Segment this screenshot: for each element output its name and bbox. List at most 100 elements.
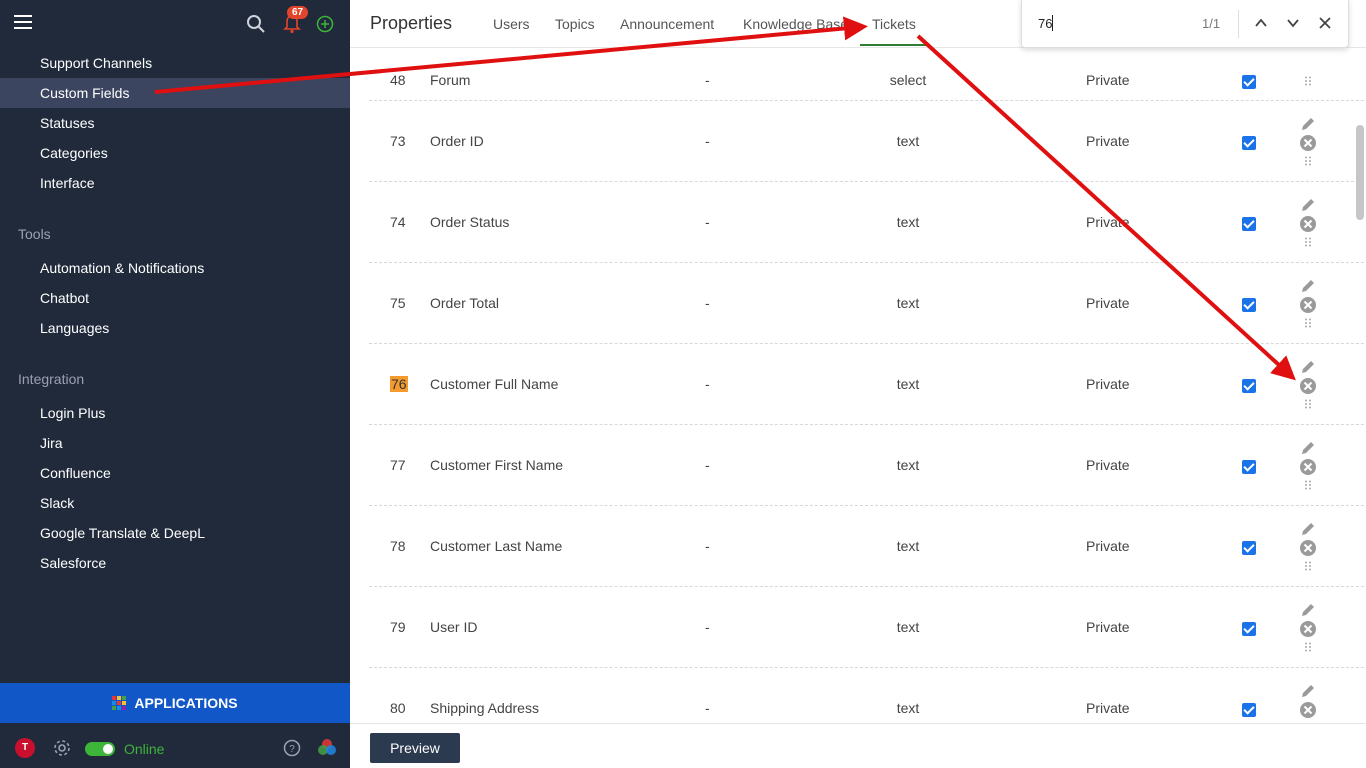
- delete-circle-icon[interactable]: [1299, 296, 1317, 314]
- field-id: 74: [390, 213, 406, 230]
- sidebar-item-automation[interactable]: Automation & Notifications: [0, 253, 350, 283]
- delete-circle-icon[interactable]: [1299, 620, 1317, 638]
- find-match-count: 1/1: [1202, 16, 1221, 31]
- required-checkbox[interactable]: [1242, 297, 1256, 312]
- sidebar-item-languages[interactable]: Languages: [0, 313, 350, 343]
- sidebar-item-support-channels[interactable]: Support Channels: [0, 48, 350, 78]
- scrollbar[interactable]: [1356, 125, 1364, 220]
- field-type: text: [896, 294, 920, 311]
- sidebar-item-slack[interactable]: Slack: [0, 488, 350, 518]
- drag-handle-icon[interactable]: [1299, 642, 1317, 652]
- section-heading-tools: Tools: [18, 226, 51, 242]
- field-description: -: [705, 132, 710, 149]
- delete-circle-icon[interactable]: [1299, 134, 1317, 152]
- online-toggle[interactable]: [85, 742, 115, 756]
- search-icon[interactable]: [246, 14, 266, 34]
- sidebar-item-jira[interactable]: Jira: [0, 428, 350, 458]
- preview-button[interactable]: Preview: [370, 733, 460, 763]
- field-name: Customer Full Name: [430, 375, 559, 392]
- drag-handle-icon[interactable]: [1299, 561, 1317, 571]
- table-row: 77 Customer First Name - text Private: [369, 425, 1364, 506]
- edit-pencil-icon[interactable]: [1299, 115, 1317, 133]
- edit-pencil-icon[interactable]: [1299, 196, 1317, 214]
- delete-circle-icon[interactable]: [1299, 539, 1317, 557]
- drag-handle-icon[interactable]: [1299, 76, 1317, 86]
- bottom-bar: Preview: [350, 723, 1366, 768]
- field-description: -: [705, 72, 710, 88]
- help-icon[interactable]: ?: [283, 739, 301, 757]
- sidebar-item-google-translate[interactable]: Google Translate & DeepL: [0, 518, 350, 548]
- notification-badge: 67: [287, 6, 309, 19]
- sidebar-header: 67: [0, 0, 350, 48]
- field-visibility: Private: [1086, 294, 1130, 311]
- field-visibility: Private: [1086, 537, 1130, 554]
- drag-handle-icon[interactable]: [1299, 480, 1317, 490]
- sidebar-item-salesforce[interactable]: Salesforce: [0, 548, 350, 578]
- edit-pencil-icon[interactable]: [1299, 601, 1317, 619]
- required-checkbox[interactable]: [1242, 459, 1256, 474]
- drag-handle-icon[interactable]: [1299, 318, 1317, 328]
- field-type: select: [889, 72, 927, 88]
- required-checkbox[interactable]: [1242, 75, 1256, 89]
- edit-pencil-icon[interactable]: [1299, 277, 1317, 295]
- field-name: User ID: [430, 618, 478, 635]
- tab-knowledge-base[interactable]: Knowledge Base: [743, 16, 848, 32]
- applications-button[interactable]: APPLICATIONS: [0, 683, 350, 723]
- field-name: Shipping Address: [430, 699, 539, 716]
- drag-handle-icon[interactable]: [1299, 399, 1317, 409]
- field-name: Order Total: [430, 294, 499, 311]
- sidebar-item-categories[interactable]: Categories: [0, 138, 350, 168]
- required-checkbox[interactable]: [1242, 378, 1256, 393]
- hamburger-menu-icon[interactable]: [14, 15, 32, 29]
- tab-topics[interactable]: Topics: [555, 16, 595, 32]
- find-next-icon[interactable]: [1286, 16, 1300, 30]
- tab-users[interactable]: Users: [493, 16, 530, 32]
- edit-pencil-icon[interactable]: [1299, 682, 1317, 700]
- required-checkbox[interactable]: [1242, 621, 1256, 636]
- field-description: -: [705, 294, 710, 311]
- field-type: text: [896, 699, 920, 716]
- sidebar-item-login-plus[interactable]: Login Plus: [0, 398, 350, 428]
- field-type: text: [896, 132, 920, 149]
- sidebar-item-statuses[interactable]: Statuses: [0, 108, 350, 138]
- field-id: 48: [390, 72, 406, 88]
- field-description: -: [705, 537, 710, 554]
- top-bar: Properties Users Topics Announcement Kno…: [350, 0, 1366, 48]
- sidebar-item-custom-fields[interactable]: Custom Fields: [0, 78, 350, 108]
- required-checkbox[interactable]: [1242, 135, 1256, 150]
- find-divider: [1238, 10, 1239, 38]
- drag-handle-icon[interactable]: [1299, 237, 1317, 247]
- gear-icon[interactable]: [52, 738, 72, 758]
- delete-circle-icon[interactable]: [1299, 377, 1317, 395]
- field-visibility: Private: [1086, 375, 1130, 392]
- table-row: 48 Forum - select Private: [369, 61, 1364, 101]
- delete-circle-icon[interactable]: [1299, 215, 1317, 233]
- find-close-icon[interactable]: [1318, 16, 1332, 30]
- find-previous-icon[interactable]: [1254, 16, 1268, 30]
- add-icon[interactable]: [316, 15, 334, 33]
- required-checkbox[interactable]: [1242, 216, 1256, 231]
- sidebar-item-chatbot[interactable]: Chatbot: [0, 283, 350, 313]
- tab-announcement[interactable]: Announcement: [620, 16, 714, 32]
- applications-label: APPLICATIONS: [134, 695, 238, 711]
- drag-handle-icon[interactable]: [1299, 156, 1317, 166]
- sidebar-item-confluence[interactable]: Confluence: [0, 458, 350, 488]
- delete-circle-icon[interactable]: [1299, 458, 1317, 476]
- edit-pencil-icon[interactable]: [1299, 358, 1317, 376]
- field-id: 77: [390, 456, 406, 473]
- theme-palette-icon[interactable]: [317, 738, 337, 756]
- field-id: 73: [390, 132, 406, 149]
- delete-circle-icon[interactable]: [1299, 701, 1317, 719]
- required-checkbox[interactable]: [1242, 540, 1256, 555]
- field-visibility: Private: [1086, 213, 1130, 230]
- tab-tickets[interactable]: Tickets: [872, 16, 916, 32]
- sidebar-footer: T Online ?: [0, 728, 350, 768]
- table-row: 73 Order ID - text Private: [369, 101, 1364, 182]
- edit-pencil-icon[interactable]: [1299, 520, 1317, 538]
- edit-pencil-icon[interactable]: [1299, 439, 1317, 457]
- find-input[interactable]: 76: [1038, 16, 1052, 31]
- field-name: Forum: [430, 72, 471, 88]
- avatar[interactable]: T: [15, 738, 35, 758]
- sidebar-item-interface[interactable]: Interface: [0, 168, 350, 198]
- required-checkbox[interactable]: [1242, 702, 1256, 717]
